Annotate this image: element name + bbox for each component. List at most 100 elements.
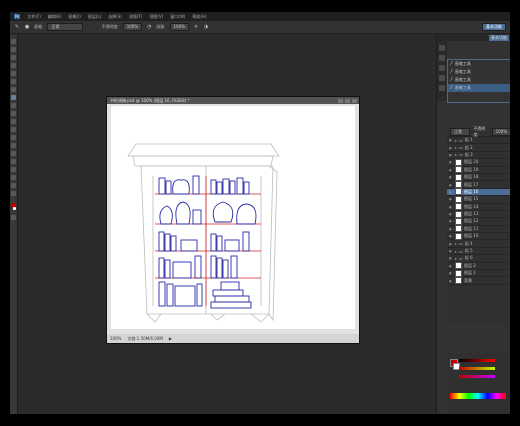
brush-tool-active-icon[interactable] (11, 95, 16, 100)
move-tool-icon[interactable] (11, 39, 16, 44)
layer-row[interactable]: ● 图层 10 (447, 232, 510, 241)
brush-panel-icon[interactable] (439, 65, 445, 71)
layer-row[interactable]: ● ▸ ▭ 组 4 (447, 240, 510, 248)
visibility-eye-icon[interactable]: ● (449, 249, 453, 253)
red-slider[interactable] (459, 359, 495, 362)
status-menu-arrow-icon[interactable]: ▶ (169, 336, 172, 341)
layer-list: ● ▸ ▭ 组 1 ● ▸ ▭ 组 2 ● ▸ ▭ 组 3 ● 图层 20 ● 图层 19 ● 图层 18 ● 图层 … (447, 137, 510, 285)
brush-preset-icon[interactable]: ● (24, 24, 30, 30)
zoom-level[interactable]: 100% (110, 336, 121, 341)
marquee-tool-icon[interactable] (11, 47, 16, 52)
visibility-eye-icon[interactable]: ● (449, 138, 453, 142)
workspace-tab[interactable]: 基本功能 (489, 35, 509, 41)
navigator-panel-icon[interactable] (439, 85, 445, 91)
layer-row[interactable]: ● 背景 (447, 277, 510, 285)
history-brush-tool-icon[interactable] (11, 111, 16, 116)
layer-opacity-field[interactable]: 100% (491, 128, 510, 136)
visibility-eye-icon[interactable]: ● (449, 271, 453, 275)
brush-tool-icon[interactable]: ✎ (14, 24, 20, 30)
visibility-eye-icon[interactable]: ● (449, 219, 453, 223)
minimize-icon[interactable] (338, 98, 343, 103)
folder-icon: ▭ (459, 248, 463, 254)
quick-mask-icon[interactable] (11, 215, 16, 220)
visibility-eye-icon[interactable]: ● (449, 197, 453, 201)
pressure-opacity-icon[interactable]: ◔ (146, 24, 152, 30)
history-item-selected[interactable]: ⁄ 画笔工具 (448, 84, 510, 92)
visibility-eye-icon[interactable]: ● (449, 279, 453, 283)
expand-group-icon[interactable]: ▸ (455, 152, 457, 157)
history-panel-icon[interactable] (439, 45, 445, 51)
visibility-eye-icon[interactable]: ● (449, 146, 453, 150)
background-color-swatch[interactable] (13, 207, 16, 210)
expand-group-icon[interactable]: ▸ (455, 256, 457, 261)
visibility-eye-icon[interactable]: ● (449, 153, 453, 157)
lasso-tool-icon[interactable] (11, 55, 16, 60)
menu-window[interactable]: 窗口(W) (170, 14, 185, 20)
expand-group-icon[interactable]: ▸ (455, 138, 457, 143)
menu-edit[interactable]: 编辑(E) (48, 14, 62, 20)
visibility-eye-icon[interactable]: ● (449, 190, 453, 194)
flow-field[interactable]: 100% (169, 23, 189, 31)
eraser-tool-icon[interactable] (11, 119, 16, 124)
menu-filter[interactable]: 滤镜(T) (129, 14, 143, 20)
crop-tool-icon[interactable] (11, 71, 16, 76)
zoom-tool-icon[interactable] (11, 191, 16, 196)
menu-help[interactable]: 帮助(H) (192, 14, 206, 20)
eyedropper-tool-icon[interactable] (11, 79, 16, 84)
visibility-eye-icon[interactable]: ● (449, 242, 453, 246)
menu-bar: Ps 文件(F) 编辑(E) 图像(I) 图层(L) 选择(S) 滤镜(T) 视… (10, 12, 510, 21)
menu-layer[interactable]: 图层(L) (88, 14, 101, 20)
visibility-eye-icon[interactable]: ● (449, 160, 453, 164)
maximize-icon[interactable] (345, 98, 350, 103)
shape-tool-icon[interactable] (11, 175, 16, 180)
opacity-field[interactable]: 100% (122, 23, 143, 31)
stamp-tool-icon[interactable] (11, 103, 16, 108)
pen-tool-icon[interactable] (11, 151, 16, 156)
canvas[interactable] (111, 106, 355, 329)
bookshelf-outline (127, 143, 280, 323)
history-item[interactable]: ⁄ 画笔工具 (448, 76, 510, 84)
visibility-eye-icon[interactable]: ● (449, 205, 453, 209)
visibility-eye-icon[interactable]: ● (449, 175, 453, 179)
layer-row[interactable]: ● ▸ ▭ 组 5 (447, 248, 510, 256)
character-panel-icon[interactable] (439, 75, 445, 81)
visibility-eye-icon[interactable]: ● (449, 183, 453, 187)
layer-row[interactable]: ● ▸ ▭ 组 2 (447, 144, 510, 152)
menu-select[interactable]: 选择(S) (108, 14, 122, 20)
green-slider[interactable] (459, 367, 495, 370)
history-item[interactable]: ⁄ 画笔工具 (448, 68, 510, 76)
menu-file[interactable]: 文件(F) (27, 14, 40, 20)
type-tool-icon[interactable] (11, 159, 16, 164)
properties-panel-icon[interactable] (439, 55, 445, 61)
mode-select[interactable]: 正常 (47, 23, 84, 31)
quick-select-tool-icon[interactable] (11, 63, 16, 68)
history-item[interactable]: ⁄ 画笔工具 (448, 60, 510, 68)
visibility-eye-icon[interactable]: ● (449, 227, 453, 231)
menu-view[interactable]: 视图(V) (149, 14, 163, 20)
dodge-tool-icon[interactable] (11, 143, 16, 148)
pressure-size-icon[interactable]: ◑ (203, 24, 209, 30)
workspace-switcher[interactable]: 基本功能 (482, 23, 506, 31)
expand-group-icon[interactable]: ▸ (455, 145, 457, 150)
color-ramp[interactable] (450, 393, 506, 399)
hand-tool-icon[interactable] (11, 183, 16, 188)
path-select-tool-icon[interactable] (11, 167, 16, 172)
close-icon[interactable] (352, 98, 357, 103)
document-tab[interactable]: 书柜线稿.psd @ 100% (图层 16, RGB/8) * (107, 97, 359, 104)
blur-tool-icon[interactable] (11, 135, 16, 140)
layer-row[interactable]: ● ▸ ▭ 组 1 (447, 137, 510, 145)
visibility-eye-icon[interactable]: ● (449, 234, 453, 238)
airbrush-icon[interactable]: ✈ (193, 24, 199, 30)
expand-group-icon[interactable]: ▸ (455, 249, 457, 254)
visibility-eye-icon[interactable]: ● (449, 264, 453, 268)
flow-label: 流量: (156, 24, 166, 29)
gradient-tool-icon[interactable] (11, 127, 16, 132)
blend-mode-select[interactable]: 正常 (450, 128, 471, 136)
visibility-eye-icon[interactable]: ● (449, 168, 453, 172)
visibility-eye-icon[interactable]: ● (449, 212, 453, 216)
blue-slider[interactable] (459, 375, 495, 378)
visibility-eye-icon[interactable]: ● (449, 256, 453, 260)
expand-group-icon[interactable]: ▸ (455, 241, 457, 246)
menu-image[interactable]: 图像(I) (69, 14, 81, 20)
healing-tool-icon[interactable] (11, 87, 16, 92)
